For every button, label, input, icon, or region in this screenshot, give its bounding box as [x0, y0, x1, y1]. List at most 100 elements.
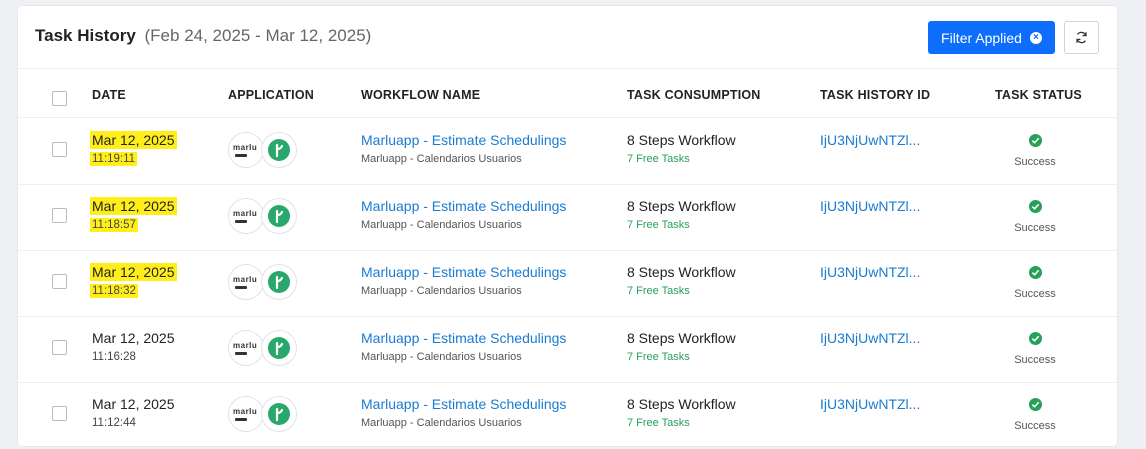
status-label: Success: [1014, 288, 1056, 300]
application-icons: marlu: [228, 132, 298, 168]
task-consumption: 8 Steps Workflow: [627, 330, 736, 346]
check-circle-icon: [1028, 332, 1042, 345]
task-date: Mar 12, 2025: [90, 131, 177, 149]
application-icons: marlu: [228, 264, 298, 300]
marlu-app-icon: marlu: [228, 132, 264, 168]
status-label: Success: [1014, 420, 1056, 432]
col-application: APPLICATION: [228, 88, 314, 102]
branch-icon: [275, 143, 284, 158]
filter-label: Filter Applied: [941, 29, 1022, 46]
task-history-id-link[interactable]: IjU3NjUwNTZl...: [820, 396, 920, 412]
refresh-icon: [1076, 31, 1087, 44]
flow-app-icon: [261, 132, 297, 168]
marlu-app-text: marlu: [233, 407, 258, 416]
refresh-button[interactable]: [1064, 21, 1099, 54]
workflow-subtitle: Marluapp - Calendarios Usuarios: [361, 153, 522, 165]
workflow-name-link[interactable]: Marluapp - Estimate Schedulings: [361, 198, 566, 214]
flow-app-icon: [261, 330, 297, 366]
free-tasks: 7 Free Tasks: [627, 417, 690, 429]
clear-filter-icon[interactable]: ×: [1029, 31, 1042, 44]
marlu-app-icon: marlu: [228, 330, 264, 366]
task-time: 11:19:11: [90, 152, 138, 166]
task-time: 11:16:28: [92, 351, 136, 363]
flow-app-icon: [261, 264, 297, 300]
branch-icon: [275, 407, 284, 422]
branch-icon: [275, 209, 284, 224]
task-history-card: Task History (Feb 24, 2025 - Mar 12, 202…: [18, 6, 1117, 449]
task-consumption: 8 Steps Workflow: [627, 396, 736, 412]
task-date: Mar 12, 2025: [92, 396, 175, 412]
application-icons: marlu: [228, 330, 298, 366]
free-tasks: 7 Free Tasks: [627, 285, 690, 297]
workflow-subtitle: Marluapp - Calendarios Usuarios: [361, 219, 522, 231]
workflow-name-link[interactable]: Marluapp - Estimate Schedulings: [361, 330, 566, 346]
free-tasks: 7 Free Tasks: [627, 153, 690, 165]
check-circle-icon: [1028, 134, 1042, 147]
task-status: Success: [995, 398, 1075, 432]
task-date: Mar 12, 2025: [90, 263, 177, 281]
table-row: Mar 12, 2025 11:16:28 marlu Marluapp - E…: [18, 316, 1117, 383]
task-consumption: 8 Steps Workflow: [627, 132, 736, 148]
date-range: (Feb 24, 2025 - Mar 12, 2025): [144, 26, 372, 45]
check-circle-icon: [1028, 266, 1042, 279]
free-tasks: 7 Free Tasks: [627, 351, 690, 363]
status-label: Success: [1014, 156, 1056, 168]
table-row: Mar 12, 2025 11:19:11 marlu Marluapp - E…: [18, 118, 1117, 185]
task-history-id-link[interactable]: IjU3NjUwNTZl...: [820, 330, 920, 346]
marlu-app-text: marlu: [233, 275, 258, 284]
flow-app-icon: [261, 396, 297, 432]
task-time: 11:18:32: [90, 284, 138, 298]
check-circle-icon: [1028, 398, 1042, 411]
title-text: Task History: [35, 26, 136, 45]
task-history-id-link[interactable]: IjU3NjUwNTZl...: [820, 198, 920, 214]
status-label: Success: [1014, 354, 1056, 366]
filter-applied-button[interactable]: Filter Applied ×: [928, 21, 1055, 54]
flow-app-icon: [261, 198, 297, 234]
task-date: Mar 12, 2025: [92, 330, 175, 346]
row-checkbox[interactable]: [52, 406, 67, 421]
card-header: Task History (Feb 24, 2025 - Mar 12, 202…: [18, 6, 1117, 69]
workflow-subtitle: Marluapp - Calendarios Usuarios: [361, 417, 522, 429]
task-history-id-link[interactable]: IjU3NjUwNTZl...: [820, 132, 920, 148]
col-date: DATE: [92, 88, 126, 102]
application-icons: marlu: [228, 198, 298, 234]
select-all-checkbox[interactable]: [52, 91, 67, 106]
col-workflow-name: WORKFLOW NAME: [361, 88, 481, 102]
row-checkbox[interactable]: [52, 340, 67, 355]
workflow-subtitle: Marluapp - Calendarios Usuarios: [361, 351, 522, 363]
marlu-app-text: marlu: [233, 209, 258, 218]
branch-icon: [275, 341, 284, 356]
branch-icon: [275, 275, 284, 290]
table-row: Mar 12, 2025 11:12:44 marlu Marluapp - E…: [18, 382, 1117, 449]
status-label: Success: [1014, 222, 1056, 234]
task-status: Success: [995, 332, 1075, 366]
col-task-status: TASK STATUS: [995, 88, 1082, 102]
task-history-id-link[interactable]: IjU3NjUwNTZl...: [820, 264, 920, 280]
task-status: Success: [995, 266, 1075, 300]
task-status: Success: [995, 134, 1075, 168]
col-task-consumption: TASK CONSUMPTION: [627, 88, 761, 102]
row-checkbox[interactable]: [52, 208, 67, 223]
table-header: DATE APPLICATION WORKFLOW NAME TASK CONS…: [18, 68, 1117, 118]
page-title: Task History (Feb 24, 2025 - Mar 12, 202…: [35, 26, 371, 46]
table-row: Mar 12, 2025 11:18:32 marlu Marluapp - E…: [18, 250, 1117, 317]
marlu-app-icon: marlu: [228, 264, 264, 300]
check-circle-icon: [1028, 200, 1042, 213]
task-date: Mar 12, 2025: [90, 197, 177, 215]
marlu-app-text: marlu: [233, 341, 258, 350]
task-status: Success: [995, 200, 1075, 234]
task-time: 11:12:44: [92, 417, 136, 429]
workflow-subtitle: Marluapp - Calendarios Usuarios: [361, 285, 522, 297]
marlu-app-text: marlu: [233, 143, 258, 152]
table-row: Mar 12, 2025 11:18:57 marlu Marluapp - E…: [18, 184, 1117, 251]
task-consumption: 8 Steps Workflow: [627, 264, 736, 280]
col-task-history-id: TASK HISTORY ID: [820, 88, 931, 102]
free-tasks: 7 Free Tasks: [627, 219, 690, 231]
workflow-name-link[interactable]: Marluapp - Estimate Schedulings: [361, 132, 566, 148]
task-consumption: 8 Steps Workflow: [627, 198, 736, 214]
row-checkbox[interactable]: [52, 274, 67, 289]
workflow-name-link[interactable]: Marluapp - Estimate Schedulings: [361, 396, 566, 412]
row-checkbox[interactable]: [52, 142, 67, 157]
workflow-name-link[interactable]: Marluapp - Estimate Schedulings: [361, 264, 566, 280]
application-icons: marlu: [228, 396, 298, 432]
